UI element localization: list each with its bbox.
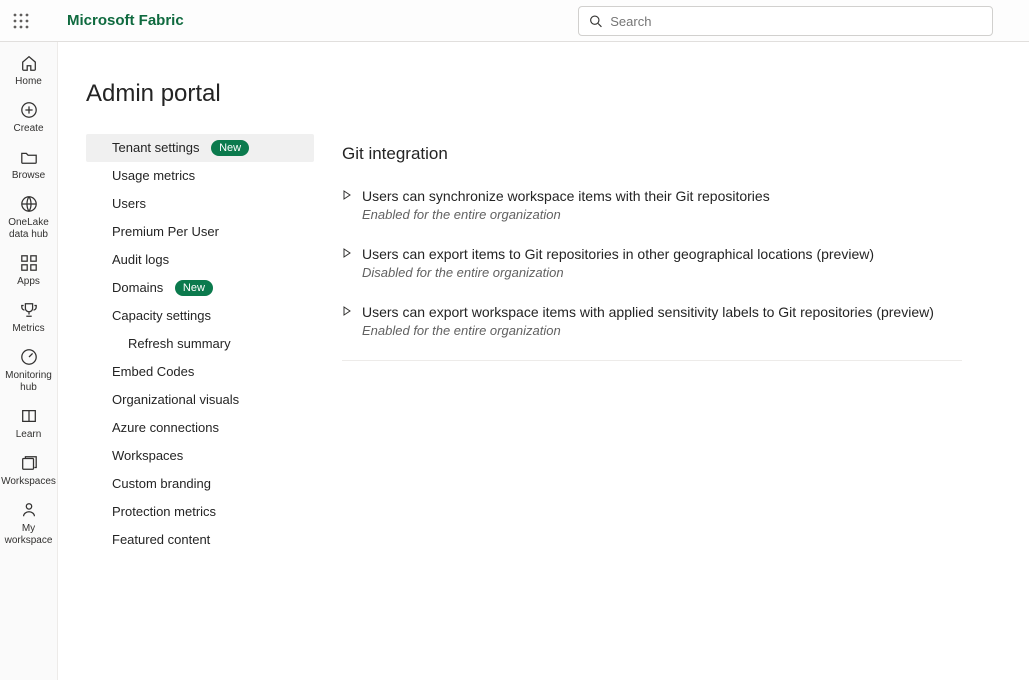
home-icon: [19, 53, 39, 73]
rail-label: Monitoring hub: [5, 370, 52, 394]
sec-nav-users[interactable]: Users: [86, 190, 314, 218]
sec-nav-label: Custom branding: [112, 476, 211, 491]
sec-nav-featured-content[interactable]: Featured content: [86, 526, 314, 554]
sec-nav-label: Workspaces: [112, 448, 183, 463]
panel-title: Git integration: [342, 144, 962, 164]
sec-nav-usage-metrics[interactable]: Usage metrics: [86, 162, 314, 190]
search-input[interactable]: [610, 14, 982, 29]
rail-item-learn[interactable]: Learn: [0, 399, 58, 446]
sec-nav-label: Organizational visuals: [112, 392, 239, 407]
rail-item-metrics[interactable]: Metrics: [0, 293, 58, 340]
rail-item-browse[interactable]: Browse: [0, 140, 58, 187]
trophy-icon: [19, 300, 39, 320]
rail-item-workspaces[interactable]: Workspaces: [0, 446, 58, 493]
sec-nav-label: Domains: [112, 280, 163, 295]
app-launcher-button[interactable]: [0, 0, 42, 42]
settings-panel: Git integration Users can synchronize wo…: [342, 134, 962, 554]
rail-label: My workspace: [5, 523, 53, 547]
sec-nav-refresh-summary[interactable]: Refresh summary: [86, 330, 314, 358]
sec-nav-custom-branding[interactable]: Custom branding: [86, 470, 314, 498]
sec-nav-workspaces[interactable]: Workspaces: [86, 442, 314, 470]
sec-nav-label: Protection metrics: [112, 504, 216, 519]
expand-right-icon: [342, 248, 352, 258]
sec-nav-label: Embed Codes: [112, 364, 194, 379]
sec-nav-embed-codes[interactable]: Embed Codes: [86, 358, 314, 386]
new-badge: New: [175, 280, 213, 296]
sec-nav-tenant-settings[interactable]: Tenant settings New: [86, 134, 314, 162]
rail-item-onelake[interactable]: OneLake data hub: [0, 187, 58, 246]
sec-nav-label: Azure connections: [112, 420, 219, 435]
onelake-icon: [19, 194, 39, 214]
rail-label: Apps: [17, 276, 40, 288]
sec-nav-azure-connections[interactable]: Azure connections: [86, 414, 314, 442]
setting-row[interactable]: Users can export workspace items with ap…: [342, 302, 962, 338]
sec-nav-label: Usage metrics: [112, 168, 195, 183]
waffle-icon: [13, 13, 29, 29]
section-divider: [342, 360, 962, 361]
setting-status: Enabled for the entire organization: [362, 323, 934, 338]
global-search[interactable]: [578, 6, 993, 36]
book-icon: [19, 406, 39, 426]
gauge-icon: [19, 347, 39, 367]
sec-nav-audit-logs[interactable]: Audit logs: [86, 246, 314, 274]
admin-secondary-nav: Tenant settings New Usage metrics Users …: [86, 134, 314, 554]
expand-right-icon: [342, 306, 352, 316]
rail-label: Metrics: [12, 323, 44, 335]
sec-nav-premium-per-user[interactable]: Premium Per User: [86, 218, 314, 246]
sec-nav-label: Featured content: [112, 532, 210, 547]
setting-status: Enabled for the entire organization: [362, 207, 770, 222]
rail-label: OneLake data hub: [8, 217, 49, 241]
rail-item-my-workspace[interactable]: My workspace: [0, 493, 58, 552]
sec-nav-label: Capacity settings: [112, 308, 211, 323]
setting-row[interactable]: Users can export items to Git repositori…: [342, 244, 962, 280]
rail-item-create[interactable]: Create: [0, 93, 58, 140]
setting-title: Users can export items to Git repositori…: [362, 244, 874, 264]
main-content: Admin portal Tenant settings New Usage m…: [58, 42, 1029, 680]
person-icon: [19, 500, 39, 520]
rail-label: Create: [13, 123, 43, 135]
workspaces-icon: [19, 453, 39, 473]
setting-status: Disabled for the entire organization: [362, 265, 874, 280]
header-bar: Microsoft Fabric: [0, 0, 1029, 42]
brand-title[interactable]: Microsoft Fabric: [67, 12, 184, 29]
sec-nav-label: Tenant settings: [112, 140, 199, 155]
new-badge: New: [211, 140, 249, 156]
search-icon: [589, 14, 602, 28]
rail-label: Home: [15, 76, 42, 88]
sec-nav-domains[interactable]: Domains New: [86, 274, 314, 302]
sec-nav-organizational-visuals[interactable]: Organizational visuals: [86, 386, 314, 414]
setting-title: Users can synchronize workspace items wi…: [362, 186, 770, 206]
page-title: Admin portal: [86, 80, 1029, 108]
sec-nav-label: Users: [112, 196, 146, 211]
sec-nav-label: Premium Per User: [112, 224, 219, 239]
apps-icon: [19, 253, 39, 273]
rail-label: Learn: [16, 429, 42, 441]
sec-nav-capacity-settings[interactable]: Capacity settings: [86, 302, 314, 330]
rail-item-apps[interactable]: Apps: [0, 246, 58, 293]
plus-circle-icon: [19, 100, 39, 120]
left-nav-rail: Home Create Browse OneLake data hub Apps…: [0, 42, 58, 680]
folder-icon: [19, 147, 39, 167]
rail-item-monitoring[interactable]: Monitoring hub: [0, 340, 58, 399]
setting-row[interactable]: Users can synchronize workspace items wi…: [342, 186, 962, 222]
expand-right-icon: [342, 190, 352, 200]
sec-nav-label: Audit logs: [112, 252, 169, 267]
setting-title: Users can export workspace items with ap…: [362, 302, 934, 322]
rail-label: Browse: [12, 170, 45, 182]
sec-nav-protection-metrics[interactable]: Protection metrics: [86, 498, 314, 526]
sec-nav-label: Refresh summary: [128, 336, 231, 351]
rail-label: Workspaces: [1, 476, 56, 488]
rail-item-home[interactable]: Home: [0, 46, 58, 93]
